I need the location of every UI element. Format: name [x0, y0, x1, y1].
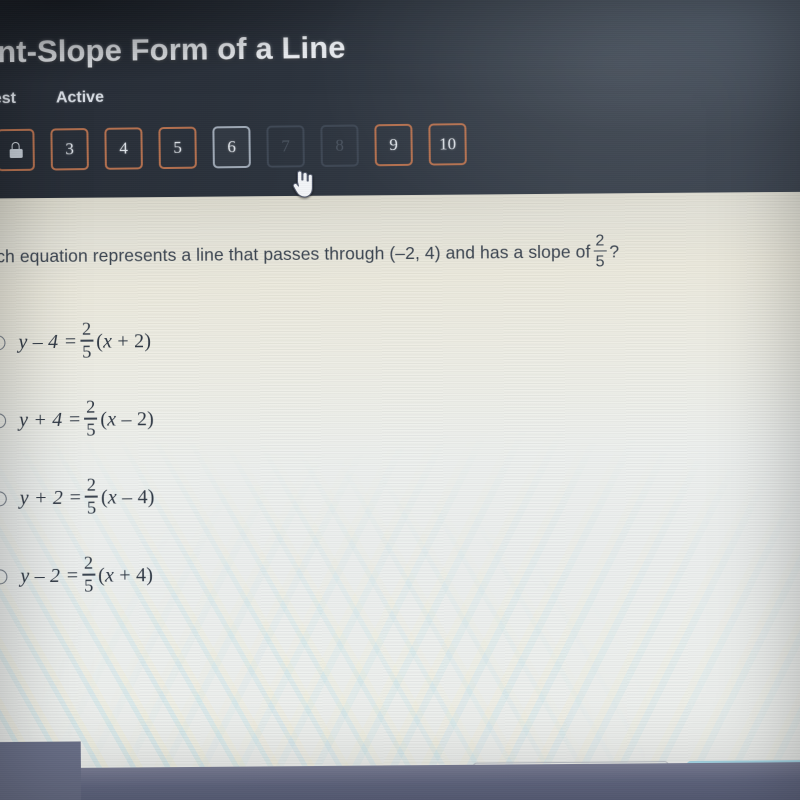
equation-left-side: y + 2 = [19, 486, 83, 509]
question-nav-button-6[interactable]: 6 [212, 125, 251, 169]
equation-left-side: y – 2 = [20, 564, 80, 587]
question-nav-label: 8 [335, 135, 344, 155]
equation-slope-fraction: 25 [84, 396, 98, 440]
equation-right-side: (x + 4) [98, 563, 154, 587]
equation-slope-fraction: 25 [80, 318, 94, 363]
radio-option-d[interactable] [0, 568, 8, 584]
question-nav-label: 3 [65, 139, 75, 159]
question-nav-button-3[interactable]: 3 [50, 128, 89, 171]
equation-option-a: y – 4 = 2 5 (x + 2) [18, 318, 152, 363]
question-nav-button-9[interactable]: 9 [374, 123, 413, 167]
status-badge: Active [55, 88, 105, 107]
slope-numerator: 2 [595, 231, 605, 250]
screen-content: oint-Slope Form of a Line e-Test Active … [0, 0, 800, 800]
equation-slope-fraction: 25 [85, 474, 99, 518]
question-nav-button-7: 7 [266, 125, 305, 168]
question-nav-button-10[interactable]: 10 [428, 123, 467, 166]
equation-denominator: 5 [86, 497, 97, 518]
equation-slope-fraction: 25 [82, 552, 96, 596]
equation-denominator: 5 [86, 419, 96, 440]
monitor-bezel [0, 761, 800, 800]
lock-icon [9, 141, 23, 159]
question-text: Which equation represents a line that pa… [0, 231, 766, 275]
question-nav-button-5[interactable]: 5 [158, 126, 197, 170]
equation-option-d: y – 2 = 2 5 (x + 4) [20, 552, 154, 596]
screen-photo: oint-Slope Form of a Line e-Test Active … [0, 0, 800, 800]
equation-right-side: (x – 2) [100, 407, 155, 431]
slope-fraction: 2 5 [593, 231, 607, 271]
test-subheader: e-Test Active [0, 89, 104, 109]
bezel-corner-fill [0, 741, 82, 800]
slope-denominator: 5 [595, 252, 605, 271]
answer-option[interactable]: y + 4 = 2 5 (x – 2) [0, 377, 511, 459]
answer-option[interactable]: y – 4 = 2 5 (x + 2) [0, 299, 511, 381]
question-sheet: Which equation represents a line that pa… [0, 191, 800, 785]
fraction-bar [593, 249, 607, 252]
page-title: oint-Slope Form of a Line [0, 29, 346, 70]
equation-left-side: y + 4 = [19, 408, 82, 431]
radio-option-c[interactable] [0, 490, 7, 506]
equation-numerator: 2 [86, 474, 97, 495]
question-nav-lock-button[interactable] [0, 128, 35, 172]
question-prompt-before: Which equation represents a line that pa… [0, 241, 591, 267]
question-nav-label: 7 [281, 136, 290, 156]
question-nav-label: 5 [173, 137, 183, 157]
equation-option-c: y + 2 = 2 5 (x – 4) [19, 474, 155, 519]
question-prompt-after: ? [609, 241, 620, 262]
question-navigation[interactable]: 3 4 5 6 7 8 9 10 [0, 123, 467, 172]
radio-option-b[interactable] [0, 412, 7, 428]
equation-right-side: (x – 4) [100, 485, 155, 509]
equation-right-side: (x + 2) [96, 329, 152, 353]
answer-options-list[interactable]: y – 4 = 2 5 (x + 2) y + 4 = 2 5 (x – 2) y + 2 = 2… [0, 299, 513, 615]
answer-option[interactable]: y + 2 = 2 5 (x – 4) [0, 455, 512, 537]
equation-numerator: 2 [83, 552, 94, 573]
question-nav-button-4[interactable]: 4 [104, 127, 143, 170]
question-nav-button-8: 8 [320, 124, 359, 167]
test-header: oint-Slope Form of a Line e-Test Active … [0, 0, 800, 207]
pointing-hand-cursor [292, 170, 313, 198]
equation-denominator: 5 [83, 575, 94, 596]
equation-numerator: 2 [85, 396, 96, 417]
equation-option-b: y + 4 = 2 5 (x – 2) [19, 396, 155, 441]
question-nav-label: 6 [227, 137, 236, 157]
equation-numerator: 2 [81, 318, 92, 340]
question-nav-label: 10 [438, 134, 457, 154]
equation-left-side: y – 4 = [18, 330, 78, 353]
answer-option[interactable]: y – 2 = 2 5 (x + 4) [0, 533, 513, 615]
question-nav-label: 4 [119, 138, 129, 158]
equation-denominator: 5 [82, 341, 92, 363]
radio-option-a[interactable] [0, 334, 6, 350]
test-type-label: e-Test [0, 89, 17, 108]
question-nav-label: 9 [389, 134, 398, 155]
